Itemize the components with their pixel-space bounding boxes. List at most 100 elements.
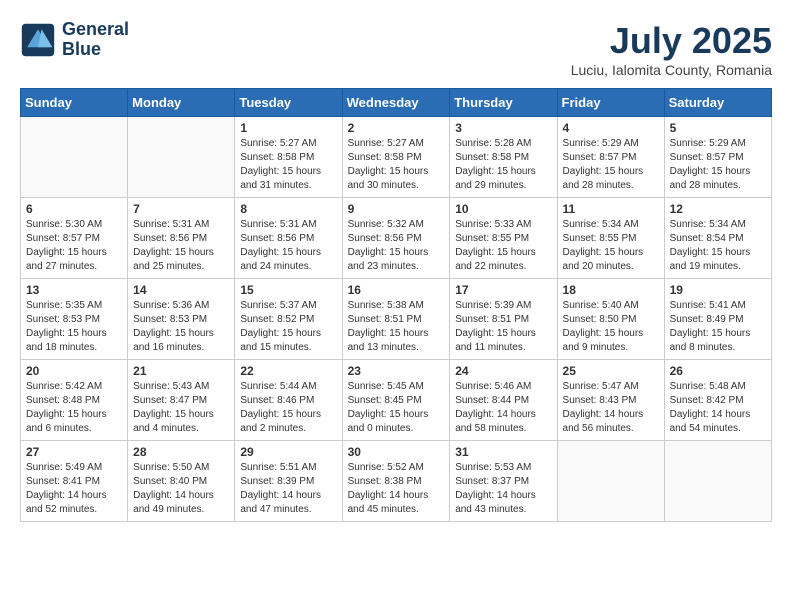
cell-details: Sunrise: 5:32 AM Sunset: 8:56 PM Dayligh… <box>348 218 445 274</box>
weekday-header: Tuesday <box>235 89 342 117</box>
cell-details: Sunrise: 5:38 AM Sunset: 8:51 PM Dayligh… <box>348 299 445 355</box>
logo-icon <box>20 22 56 58</box>
day-number: 28 <box>133 445 229 459</box>
cell-details: Sunrise: 5:41 AM Sunset: 8:49 PM Dayligh… <box>670 299 766 355</box>
cell-details: Sunrise: 5:27 AM Sunset: 8:58 PM Dayligh… <box>348 137 445 193</box>
day-number: 3 <box>455 121 551 135</box>
cell-details: Sunrise: 5:50 AM Sunset: 8:40 PM Dayligh… <box>133 461 229 517</box>
day-number: 20 <box>26 364 122 378</box>
weekday-header: Sunday <box>21 89 128 117</box>
day-number: 11 <box>563 202 659 216</box>
cell-details: Sunrise: 5:35 AM Sunset: 8:53 PM Dayligh… <box>26 299 122 355</box>
cell-details: Sunrise: 5:53 AM Sunset: 8:37 PM Dayligh… <box>455 461 551 517</box>
calendar-cell: 9 Sunrise: 5:32 AM Sunset: 8:56 PM Daylig… <box>342 198 450 279</box>
cell-details: Sunrise: 5:29 AM Sunset: 8:57 PM Dayligh… <box>670 137 766 193</box>
calendar-cell <box>664 441 771 522</box>
calendar-cell: 2Sunrise: 5:27 AM Sunset: 8:58 PM Daylig… <box>342 117 450 198</box>
day-number: 4 <box>563 121 659 135</box>
day-number: 27 <box>26 445 122 459</box>
calendar-table: SundayMondayTuesdayWednesdayThursdayFrid… <box>20 88 772 522</box>
day-number: 10 <box>455 202 551 216</box>
day-number: 25 <box>563 364 659 378</box>
calendar-cell: 13Sunrise: 5:35 AM Sunset: 8:53 PM Dayli… <box>21 279 128 360</box>
calendar-cell: 29 Sunrise: 5:51 AM Sunset: 8:39 PM Dayli… <box>235 441 342 522</box>
day-number: 23 <box>348 364 445 378</box>
calendar-cell: 24 Sunrise: 5:46 AM Sunset: 8:44 PM Dayli… <box>450 360 557 441</box>
cell-details: Sunrise: 5:46 AM Sunset: 8:44 PM Dayligh… <box>455 380 551 436</box>
cell-details: Sunrise: 5:34 AM Sunset: 8:55 PM Dayligh… <box>563 218 659 274</box>
cell-details: Sunrise: 5:34 AM Sunset: 8:54 PM Dayligh… <box>670 218 766 274</box>
cell-details: Sunrise: 5:39 AM Sunset: 8:51 PM Dayligh… <box>455 299 551 355</box>
day-number: 26 <box>670 364 766 378</box>
cell-details: Sunrise: 5:37 AM Sunset: 8:52 PM Dayligh… <box>240 299 336 355</box>
logo-text: General Blue <box>62 20 129 60</box>
weekday-header: Saturday <box>664 89 771 117</box>
cell-details: Sunrise: 5:43 AM Sunset: 8:47 PM Dayligh… <box>133 380 229 436</box>
calendar-cell: 25Sunrise: 5:47 AM Sunset: 8:43 PM Dayli… <box>557 360 664 441</box>
logo: General Blue <box>20 20 129 60</box>
day-number: 14 <box>133 283 229 297</box>
cell-details: Sunrise: 5:40 AM Sunset: 8:50 PM Dayligh… <box>563 299 659 355</box>
calendar-cell: 11 Sunrise: 5:34 AM Sunset: 8:55 PM Dayli… <box>557 198 664 279</box>
cell-details: Sunrise: 5:44 AM Sunset: 8:46 PM Dayligh… <box>240 380 336 436</box>
calendar-cell: 23 Sunrise: 5:45 AM Sunset: 8:45 PM Dayli… <box>342 360 450 441</box>
calendar-header-row: SundayMondayTuesdayWednesdayThursdayFrid… <box>21 89 772 117</box>
calendar-cell: 19 Sunrise: 5:41 AM Sunset: 8:49 PM Dayli… <box>664 279 771 360</box>
day-number: 6 <box>26 202 122 216</box>
calendar-cell <box>128 117 235 198</box>
calendar-cell: 30 Sunrise: 5:52 AM Sunset: 8:38 PM Dayli… <box>342 441 450 522</box>
weekday-header: Friday <box>557 89 664 117</box>
day-number: 7 <box>133 202 229 216</box>
calendar-week-row: 6Sunrise: 5:30 AM Sunset: 8:57 PM Daylig… <box>21 198 772 279</box>
calendar-week-row: 1 Sunrise: 5:27 AM Sunset: 8:58 PM Daylig… <box>21 117 772 198</box>
day-number: 21 <box>133 364 229 378</box>
calendar-cell: 28 Sunrise: 5:50 AM Sunset: 8:40 PM Dayli… <box>128 441 235 522</box>
cell-details: Sunrise: 5:42 AM Sunset: 8:48 PM Dayligh… <box>26 380 122 436</box>
calendar-cell: 15 Sunrise: 5:37 AM Sunset: 8:52 PM Dayli… <box>235 279 342 360</box>
cell-details: Sunrise: 5:28 AM Sunset: 8:58 PM Dayligh… <box>455 137 551 193</box>
cell-details: Sunrise: 5:29 AM Sunset: 8:57 PM Dayligh… <box>563 137 659 193</box>
weekday-header: Thursday <box>450 89 557 117</box>
calendar-week-row: 13Sunrise: 5:35 AM Sunset: 8:53 PM Dayli… <box>21 279 772 360</box>
day-number: 30 <box>348 445 445 459</box>
day-number: 29 <box>240 445 336 459</box>
day-number: 1 <box>240 121 336 135</box>
calendar-cell: 5 Sunrise: 5:29 AM Sunset: 8:57 PM Daylig… <box>664 117 771 198</box>
calendar-cell: 18Sunrise: 5:40 AM Sunset: 8:50 PM Dayli… <box>557 279 664 360</box>
day-number: 8 <box>240 202 336 216</box>
day-number: 31 <box>455 445 551 459</box>
calendar-cell: 4 Sunrise: 5:29 AM Sunset: 8:57 PM Daylig… <box>557 117 664 198</box>
cell-details: Sunrise: 5:45 AM Sunset: 8:45 PM Dayligh… <box>348 380 445 436</box>
calendar-cell: 8 Sunrise: 5:31 AM Sunset: 8:56 PM Daylig… <box>235 198 342 279</box>
day-number: 22 <box>240 364 336 378</box>
calendar-week-row: 27 Sunrise: 5:49 AM Sunset: 8:41 PM Dayli… <box>21 441 772 522</box>
day-number: 19 <box>670 283 766 297</box>
calendar-cell: 31 Sunrise: 5:53 AM Sunset: 8:37 PM Dayli… <box>450 441 557 522</box>
calendar-week-row: 20 Sunrise: 5:42 AM Sunset: 8:48 PM Dayli… <box>21 360 772 441</box>
cell-details: Sunrise: 5:52 AM Sunset: 8:38 PM Dayligh… <box>348 461 445 517</box>
cell-details: Sunrise: 5:49 AM Sunset: 8:41 PM Dayligh… <box>26 461 122 517</box>
cell-details: Sunrise: 5:31 AM Sunset: 8:56 PM Dayligh… <box>240 218 336 274</box>
title-area: July 2025 Luciu, Ialomita County, Romani… <box>571 20 772 78</box>
calendar-cell: 6Sunrise: 5:30 AM Sunset: 8:57 PM Daylig… <box>21 198 128 279</box>
calendar-cell: 3 Sunrise: 5:28 AM Sunset: 8:58 PM Daylig… <box>450 117 557 198</box>
cell-details: Sunrise: 5:27 AM Sunset: 8:58 PM Dayligh… <box>240 137 336 193</box>
calendar-cell: 26Sunrise: 5:48 AM Sunset: 8:42 PM Dayli… <box>664 360 771 441</box>
calendar-cell: 21 Sunrise: 5:43 AM Sunset: 8:47 PM Dayli… <box>128 360 235 441</box>
calendar-cell: 1 Sunrise: 5:27 AM Sunset: 8:58 PM Daylig… <box>235 117 342 198</box>
day-number: 9 <box>348 202 445 216</box>
month-title: July 2025 <box>571 20 772 62</box>
day-number: 12 <box>670 202 766 216</box>
cell-details: Sunrise: 5:31 AM Sunset: 8:56 PM Dayligh… <box>133 218 229 274</box>
day-number: 5 <box>670 121 766 135</box>
calendar-cell: 27 Sunrise: 5:49 AM Sunset: 8:41 PM Dayli… <box>21 441 128 522</box>
calendar-cell: 17Sunrise: 5:39 AM Sunset: 8:51 PM Dayli… <box>450 279 557 360</box>
day-number: 24 <box>455 364 551 378</box>
day-number: 16 <box>348 283 445 297</box>
cell-details: Sunrise: 5:51 AM Sunset: 8:39 PM Dayligh… <box>240 461 336 517</box>
calendar-cell: 22 Sunrise: 5:44 AM Sunset: 8:46 PM Dayli… <box>235 360 342 441</box>
day-number: 15 <box>240 283 336 297</box>
calendar-cell <box>21 117 128 198</box>
calendar-cell <box>557 441 664 522</box>
calendar-cell: 12 Sunrise: 5:34 AM Sunset: 8:54 PM Dayli… <box>664 198 771 279</box>
